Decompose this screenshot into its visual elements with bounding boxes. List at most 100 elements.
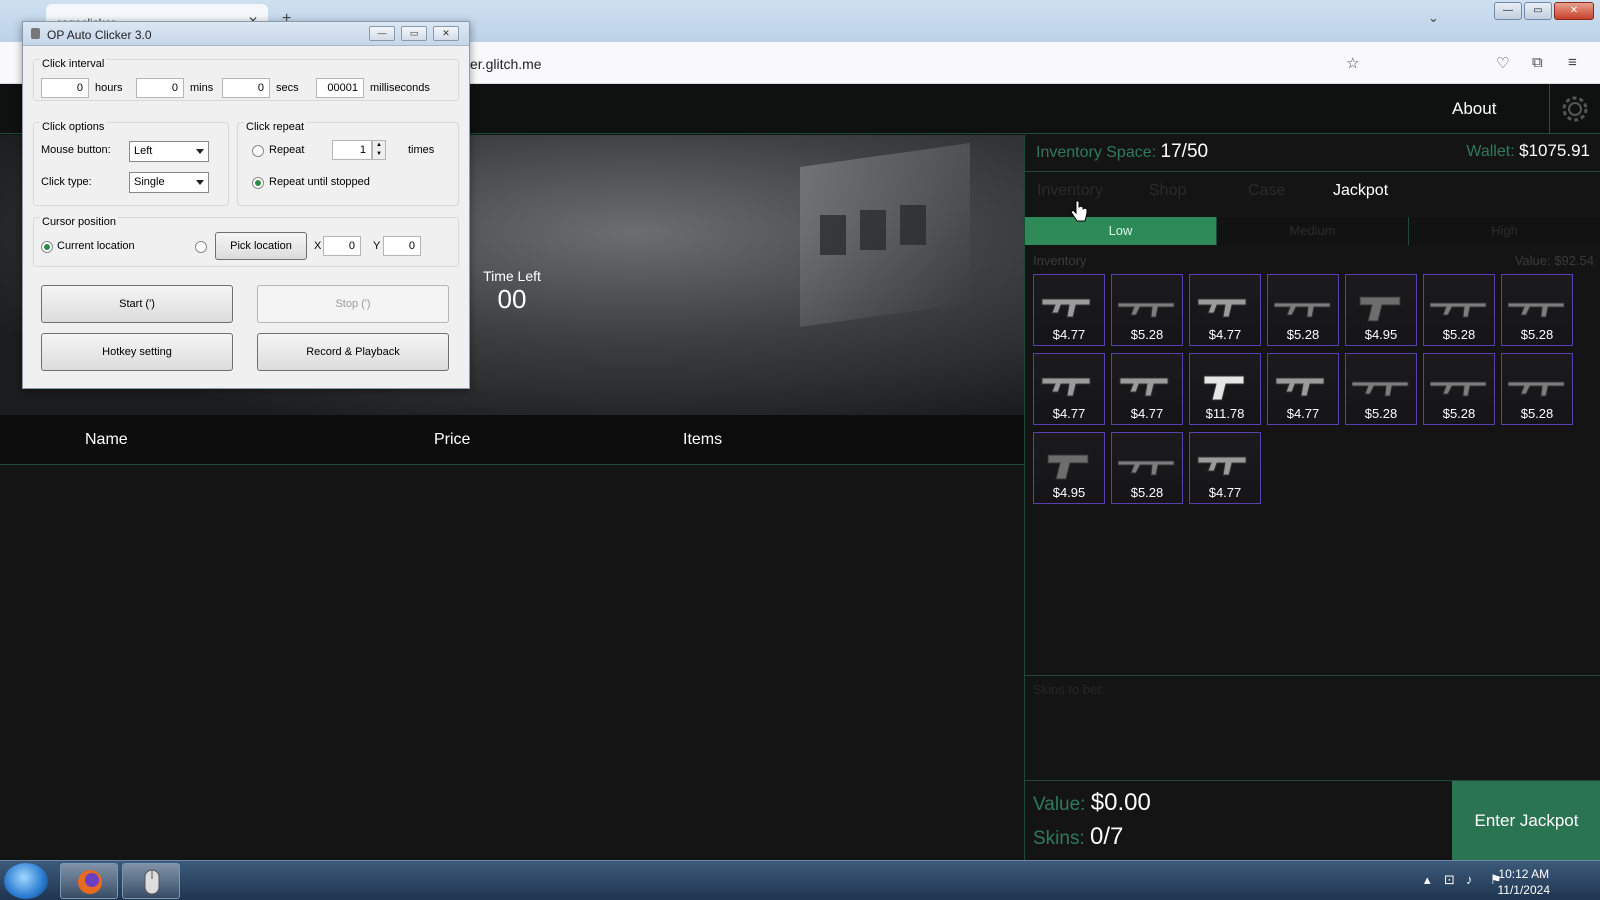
mouse-app-taskbar-icon[interactable]	[122, 863, 180, 899]
restore-icon[interactable]: ▭	[1524, 2, 1552, 20]
wallet-label: Wallet:	[1466, 143, 1515, 160]
bet-value-label: Value:	[1033, 794, 1086, 815]
show-hidden-icons-icon[interactable]: ▴	[1424, 872, 1431, 888]
jackpot-levels: Low Medium High	[1025, 217, 1600, 245]
start-button[interactable]	[4, 863, 48, 899]
inventory-item[interactable]: $4.77	[1033, 274, 1105, 346]
menu-icon[interactable]: ≡	[1568, 54, 1577, 71]
repeat-count-input[interactable]: 1	[332, 140, 372, 160]
close-icon[interactable]: ✕	[433, 26, 459, 41]
current-location-radio[interactable]	[41, 241, 53, 253]
extensions-icon[interactable]: ⧉	[1532, 54, 1543, 71]
inventory-item[interactable]: $4.77	[1189, 274, 1261, 346]
minimize-icon[interactable]: —	[369, 26, 395, 41]
y-input[interactable]: 0	[383, 236, 421, 256]
time-left: Time Left 00	[480, 268, 544, 315]
inventory-item[interactable]: $5.28	[1111, 432, 1183, 504]
inventory-item[interactable]: $4.95	[1345, 274, 1417, 346]
level-low[interactable]: Low	[1025, 217, 1217, 245]
mouse-button-label: Mouse button:	[41, 144, 111, 156]
bet-value-amount: $0.00	[1090, 789, 1151, 816]
pistol-icon	[1359, 296, 1401, 322]
clock-time: 10:12 AM	[1498, 867, 1550, 881]
tab-inventory[interactable]: Inventory	[1037, 182, 1103, 200]
pistol-icon	[1203, 375, 1245, 401]
inventory-item[interactable]: $4.77	[1111, 353, 1183, 425]
click-options-group: Click options	[33, 121, 229, 206]
start-button[interactable]: Start (')	[41, 285, 233, 323]
rifle-icon	[1118, 302, 1175, 318]
level-high[interactable]: High	[1409, 217, 1600, 245]
repeat-radio[interactable]	[252, 145, 264, 157]
maximize-icon[interactable]: ▭	[401, 26, 427, 41]
item-price: $5.28	[1520, 327, 1554, 342]
volume-icon[interactable]: ♪	[1466, 872, 1473, 887]
level-medium[interactable]: Medium	[1217, 217, 1409, 245]
inventory-item[interactable]: $5.28	[1501, 353, 1573, 425]
hours-input[interactable]: 0	[41, 78, 89, 98]
network-icon[interactable]: ⊡	[1444, 872, 1455, 888]
repeat-until-stopped-radio[interactable]	[252, 177, 264, 189]
pocket-icon[interactable]: ♡	[1496, 54, 1509, 72]
tab-jackpot[interactable]: Jackpot	[1333, 182, 1388, 200]
repeat-count-stepper[interactable]: ▲ ▼	[372, 140, 386, 160]
hotkey-setting-button[interactable]: Hotkey setting	[41, 333, 233, 371]
smg-icon	[1041, 377, 1091, 397]
jackpot-summary: Value: $0.00 Skins: 0/7 Enter Jackpot	[1025, 780, 1600, 861]
inventory-item[interactable]: $11.78	[1189, 353, 1261, 425]
milliseconds-input[interactable]: 00001	[316, 78, 364, 98]
record-playback-button[interactable]: Record & Playback	[257, 333, 449, 371]
inventory-item[interactable]: $5.28	[1111, 274, 1183, 346]
secs-input[interactable]: 0	[222, 78, 270, 98]
tab-shop[interactable]: Shop	[1149, 182, 1186, 200]
address-bar[interactable]: er.glitch.me	[470, 56, 542, 72]
time-left-value: 00	[497, 284, 527, 314]
item-price: $4.95	[1052, 485, 1086, 500]
inventory-item[interactable]: $5.28	[1423, 353, 1495, 425]
inventory-space: Inventory Space: 17/50	[1036, 141, 1208, 163]
minimize-icon[interactable]: —	[1494, 2, 1522, 20]
smg-icon	[1119, 377, 1169, 397]
mouse-button-value: Left	[134, 145, 153, 157]
column-items: Items	[683, 431, 723, 448]
bet-skins-label: Skins:	[1033, 828, 1085, 849]
click-interval-label: Click interval	[40, 58, 107, 70]
inventory-item[interactable]: $4.95	[1033, 432, 1105, 504]
inventory-item[interactable]: $4.77	[1189, 432, 1261, 504]
bet-value: Value: $0.00	[1033, 789, 1151, 817]
click-repeat-group: Click repeat	[237, 121, 459, 206]
close-window-icon[interactable]: ✕	[1554, 2, 1594, 20]
chevron-down-icon	[196, 149, 204, 154]
clock[interactable]: 10:12 AM 11/1/2024	[1498, 866, 1551, 898]
click-type-label: Click type:	[41, 176, 92, 188]
x-input[interactable]: 0	[323, 236, 361, 256]
bet-skins: Skins: 0/7	[1033, 823, 1123, 851]
list-tabs-icon[interactable]: ⌄	[1428, 10, 1439, 26]
pick-location-button[interactable]: Pick location	[215, 232, 307, 260]
inventory-label: Inventory	[1033, 253, 1087, 268]
mins-input[interactable]: 0	[136, 78, 184, 98]
about-link[interactable]: About	[1452, 99, 1496, 119]
app-icon	[31, 28, 40, 39]
inventory-item[interactable]: $5.28	[1501, 274, 1573, 346]
inventory-item[interactable]: $4.77	[1267, 353, 1339, 425]
item-price: $5.28	[1130, 485, 1164, 500]
mouse-button-select[interactable]: Left	[129, 141, 209, 162]
tab-case[interactable]: Case	[1248, 182, 1285, 200]
item-price: $5.28	[1520, 406, 1554, 421]
click-type-select[interactable]: Single	[129, 172, 209, 193]
inventory-item[interactable]: $5.28	[1345, 353, 1417, 425]
stop-button[interactable]: Stop (')	[257, 285, 449, 323]
firefox-taskbar-icon[interactable]	[60, 863, 118, 899]
click-options-label: Click options	[40, 121, 107, 133]
enter-jackpot-button[interactable]: Enter Jackpot	[1452, 781, 1600, 861]
bookmark-star-icon[interactable]: ☆	[1346, 54, 1359, 72]
auto-clicker-titlebar[interactable]: OP Auto Clicker 3.0 — ▭ ✕	[23, 22, 469, 46]
pick-location-radio[interactable]	[195, 241, 207, 253]
inventory-item[interactable]: $4.77	[1033, 353, 1105, 425]
settings-button[interactable]	[1549, 84, 1600, 134]
inventory-item[interactable]: $5.28	[1423, 274, 1495, 346]
repeat-label: Repeat	[269, 144, 305, 156]
inventory-item[interactable]: $5.28	[1267, 274, 1339, 346]
item-price: $5.28	[1286, 327, 1320, 342]
